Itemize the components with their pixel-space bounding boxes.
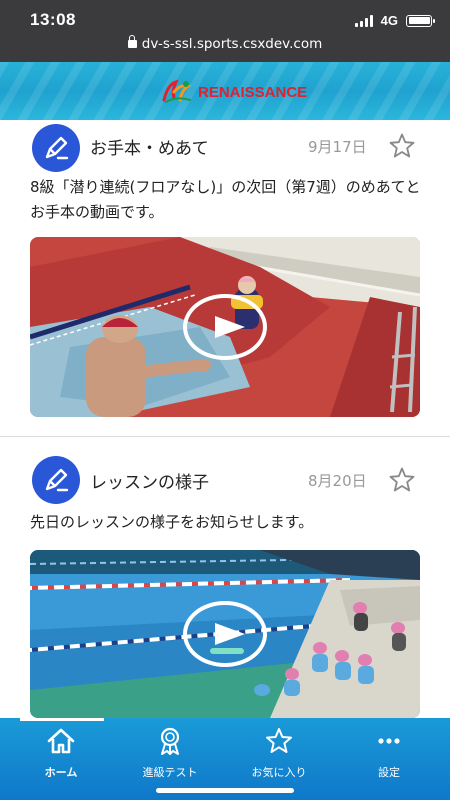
play-button[interactable]	[183, 294, 267, 360]
active-tab-indicator	[20, 718, 104, 721]
tab-label: 進級テスト	[142, 766, 198, 779]
tab-settings[interactable]: 設定	[334, 726, 444, 780]
post-pencil-icon	[32, 456, 80, 504]
logo-text: RENAISSANCE	[198, 83, 308, 101]
post-pencil-icon	[32, 124, 80, 172]
post-date: 8月20日	[308, 472, 367, 490]
home-indicator[interactable]	[156, 788, 294, 793]
status-bar: 13:08 4G dv-s-ssl.sports.csxdev.com	[0, 0, 450, 62]
post-date: 9月17日	[308, 138, 367, 156]
signal-icon	[354, 14, 373, 27]
post-title: レッスンの様子	[90, 473, 209, 493]
tab-favorites[interactable]: お気に入り	[224, 726, 334, 780]
video-thumbnail[interactable]	[30, 237, 420, 417]
post-body: 先日のレッスンの様子をお知らせします。	[30, 513, 314, 531]
app-header: RENAISSANCE	[0, 62, 450, 120]
url-text: dv-s-ssl.sports.csxdev.com	[141, 36, 323, 52]
star-icon	[266, 728, 292, 753]
pencil-icon	[45, 136, 69, 160]
post-divider	[0, 436, 450, 437]
network-label: 4G	[380, 13, 398, 28]
logo-mark-icon	[162, 79, 192, 103]
tab-label: 設定	[378, 766, 400, 779]
lock-icon	[127, 35, 137, 48]
post-title: お手本・めあて	[90, 139, 209, 159]
url-bar[interactable]: dv-s-ssl.sports.csxdev.com	[0, 35, 450, 52]
favorite-star-icon[interactable]	[388, 132, 416, 160]
play-button[interactable]	[183, 601, 267, 667]
tab-home[interactable]: ホーム	[6, 726, 116, 780]
battery-icon	[406, 14, 435, 27]
video-thumbnail[interactable]	[30, 550, 420, 718]
post-body: 8級「潜り連続(フロアなし)」の次回（第7週）のめあてとお手本の動画です。	[30, 178, 421, 221]
tab-label: ホーム	[44, 766, 78, 779]
home-icon	[47, 728, 75, 754]
brand-logo[interactable]: RENAISSANCE	[160, 78, 307, 106]
status-time: 13:08	[30, 10, 76, 29]
tab-label: お気に入り	[251, 766, 307, 779]
award-icon	[160, 727, 180, 755]
tab-level-test[interactable]: 進級テスト	[115, 726, 225, 780]
favorite-star-icon[interactable]	[388, 466, 416, 494]
status-indicators: 4G	[354, 13, 435, 28]
more-icon	[378, 738, 400, 744]
pencil-icon	[45, 468, 69, 492]
